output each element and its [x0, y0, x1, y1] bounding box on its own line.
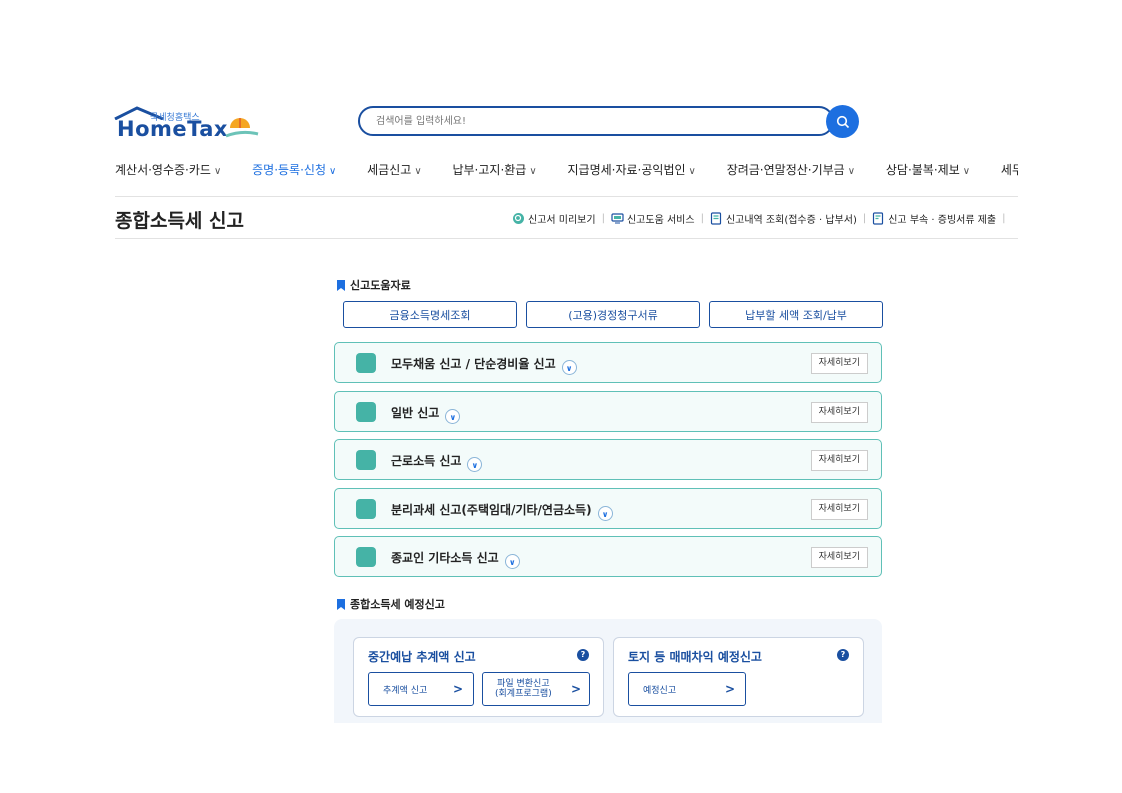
search-button[interactable] — [826, 105, 859, 138]
detail-button[interactable]: 자세히보기 — [810, 353, 868, 374]
bookmark-icon — [337, 598, 345, 610]
nav-item-incentives[interactable]: 장려금·연말정산·기부금 ∨ — [727, 161, 855, 178]
preview-icon — [513, 213, 524, 224]
nav-item-statements[interactable]: 지급명세·자료·공익법인 ∨ — [568, 161, 696, 178]
chevron-down-icon[interactable]: ∨ — [597, 506, 613, 521]
chevron-down-icon[interactable]: ∨ — [504, 554, 520, 569]
separator: | — [700, 213, 704, 224]
umbrella-icon — [225, 118, 259, 138]
section-title-estimated: 종합소득세 예정신고 — [337, 596, 445, 612]
preliminary-filing-button[interactable]: 예정신고 > — [628, 672, 746, 706]
filing-item-simple[interactable]: 모두채움 신고 / 단순경비율 신고 ∨ 자세히보기 — [334, 342, 882, 383]
card-title: 중간예납 추계액 신고 — [368, 650, 476, 664]
chevron-down-icon: ∨ — [328, 166, 337, 177]
filing-item-separate-tax[interactable]: 분리과세 신고(주택임대/기타/연금소득) ∨ 자세히보기 — [334, 488, 882, 529]
chevron-down-icon[interactable]: ∨ — [467, 457, 483, 472]
quick-link-attachments[interactable]: 신고 부속 · 증빙서류 제출 — [872, 211, 996, 226]
search-box[interactable] — [358, 106, 834, 136]
chevron-down-icon: ∨ — [414, 166, 422, 177]
document-icon — [710, 212, 722, 225]
search-icon — [836, 115, 849, 128]
main-nav: 계산서·영수증·카드 ∨ 증명·등록·신청 ∨ 세금신고 ∨ 납부·고지·환급 ∨ 지급… — [115, 161, 1018, 181]
chevron-down-icon[interactable]: ∨ — [561, 360, 577, 375]
separator: | — [601, 213, 605, 224]
file-conversion-button[interactable]: 파일 변환신고 (회계프로그램) > — [482, 672, 590, 706]
section-title-help: 신고도움자료 — [337, 277, 411, 293]
attachment-document-icon — [873, 212, 884, 225]
search-input[interactable] — [374, 115, 818, 128]
detail-button[interactable]: 자세히보기 — [810, 402, 868, 423]
estimate-filing-button[interactable]: 추계액 신고 > — [368, 672, 474, 706]
divider — [115, 196, 1018, 197]
filing-item-religious[interactable]: 종교인 기타소득 신고 ∨ 자세히보기 — [334, 536, 882, 577]
separator: | — [862, 213, 867, 224]
chevron-down-icon: ∨ — [529, 166, 537, 177]
detail-button[interactable]: 자세히보기 — [810, 547, 868, 568]
nav-item-tax-more[interactable]: 세무 — [1001, 161, 1018, 178]
document-icon — [356, 547, 376, 567]
card-title: 토지 등 매매차익 예정신고 — [628, 650, 762, 664]
filing-item-general[interactable]: 일반 신고 ∨ 자세히보기 — [334, 391, 882, 432]
chevron-right-icon: > — [724, 682, 735, 696]
financial-income-button[interactable]: 금융소득명세조회 — [343, 301, 517, 328]
quick-link-history[interactable]: 신고내역 조회(접수증 · 납부서) — [710, 211, 857, 226]
quick-links: 신고서 미리보기 | 신고도움 서비스 | 신고내역 조회(접수증 · 납부서)… — [512, 211, 1012, 226]
help-icon[interactable]: ? — [577, 649, 589, 661]
bookmark-icon — [337, 279, 345, 291]
quick-link-help-service[interactable]: 신고도움 서비스 — [611, 211, 695, 226]
document-icon — [356, 450, 376, 470]
detail-button[interactable]: 자세히보기 — [810, 499, 868, 520]
page-title: 종합소득세 신고 — [115, 210, 244, 232]
filing-item-label: 종교인 기타소득 신고 ∨ — [391, 549, 520, 569]
tax-payment-button[interactable]: 납부할 세액 조회/납부 — [709, 301, 883, 328]
monitor-icon — [611, 213, 624, 224]
chevron-down-icon: ∨ — [847, 166, 856, 177]
divider — [115, 238, 1018, 239]
chevron-down-icon: ∨ — [213, 166, 222, 177]
help-icon[interactable]: ? — [837, 649, 849, 661]
document-icon — [356, 402, 376, 422]
logo[interactable]: HomeTax — [117, 117, 228, 141]
filing-item-label: 분리과세 신고(주택임대/기타/연금소득) ∨ — [391, 501, 613, 521]
quick-link-preview[interactable]: 신고서 미리보기 — [512, 211, 596, 226]
chevron-down-icon[interactable]: ∨ — [445, 409, 461, 424]
filing-item-label: 모두채움 신고 / 단순경비율 신고 ∨ — [391, 355, 577, 375]
filing-item-label: 근로소득 신고 ∨ — [391, 452, 483, 472]
chevron-down-icon: ∨ — [688, 166, 696, 177]
nav-item-certificates[interactable]: 증명·등록·신청 ∨ — [252, 161, 336, 178]
nav-item-consulting[interactable]: 상담·불복·제보 ∨ — [886, 161, 970, 178]
separator: | — [1002, 213, 1006, 224]
card-land-gain: 토지 등 매매차익 예정신고 ? 예정신고 > — [613, 637, 864, 717]
correction-claim-button[interactable]: (고용)경정청구서류 — [526, 301, 700, 328]
nav-item-receipts[interactable]: 계산서·영수증·카드 ∨ — [115, 161, 221, 178]
detail-button[interactable]: 자세히보기 — [810, 450, 868, 471]
filing-item-label: 일반 신고 ∨ — [391, 404, 461, 424]
filing-item-earned-income[interactable]: 근로소득 신고 ∨ 자세히보기 — [334, 439, 882, 480]
chevron-right-icon: > — [570, 682, 581, 696]
chevron-down-icon: ∨ — [962, 166, 971, 177]
nav-item-tax-filing[interactable]: 세금신고 ∨ — [367, 161, 422, 178]
card-interim-prepayment: 중간예납 추계액 신고 ? 추계액 신고 > 파일 변환신고 (회계프로그램) > — [353, 637, 604, 717]
nav-item-payment[interactable]: 납부·고지·환급 ∨ — [452, 161, 536, 178]
document-icon — [356, 353, 376, 373]
chevron-right-icon: > — [452, 682, 463, 696]
document-icon — [356, 499, 376, 519]
